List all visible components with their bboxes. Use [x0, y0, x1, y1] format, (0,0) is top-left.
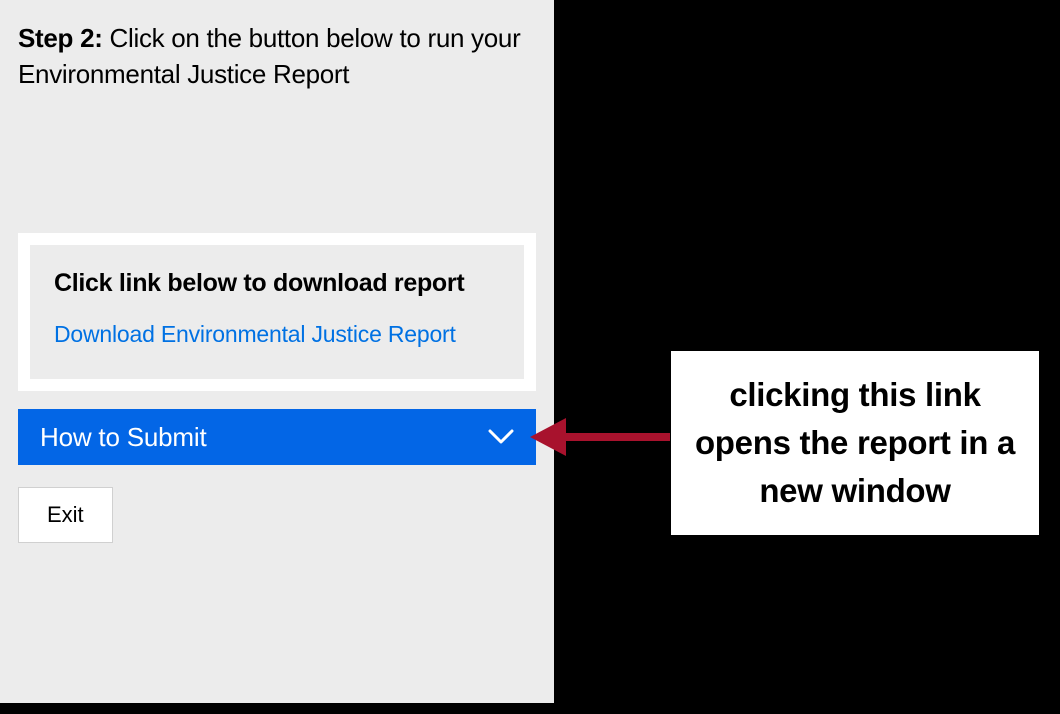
- step-heading: Step 2: Click on the button below to run…: [18, 20, 536, 93]
- annotation-arrow-icon: [530, 412, 680, 462]
- download-heading: Click link below to download report: [54, 267, 500, 301]
- step-label: Step 2:: [18, 23, 103, 53]
- main-panel: Step 2: Click on the button below to run…: [0, 0, 554, 703]
- accordion-label: How to Submit: [40, 422, 206, 453]
- download-card-outer: Click link below to download report Down…: [18, 233, 536, 391]
- download-card: Click link below to download report Down…: [30, 245, 524, 379]
- download-report-link[interactable]: Download Environmental Justice Report: [54, 317, 500, 352]
- annotation-callout: clicking this link opens the report in a…: [670, 350, 1040, 536]
- annotation-text: clicking this link opens the report in a…: [693, 371, 1017, 515]
- how-to-submit-accordion[interactable]: How to Submit: [18, 409, 536, 465]
- chevron-down-icon: [488, 429, 514, 445]
- exit-button[interactable]: Exit: [18, 487, 113, 543]
